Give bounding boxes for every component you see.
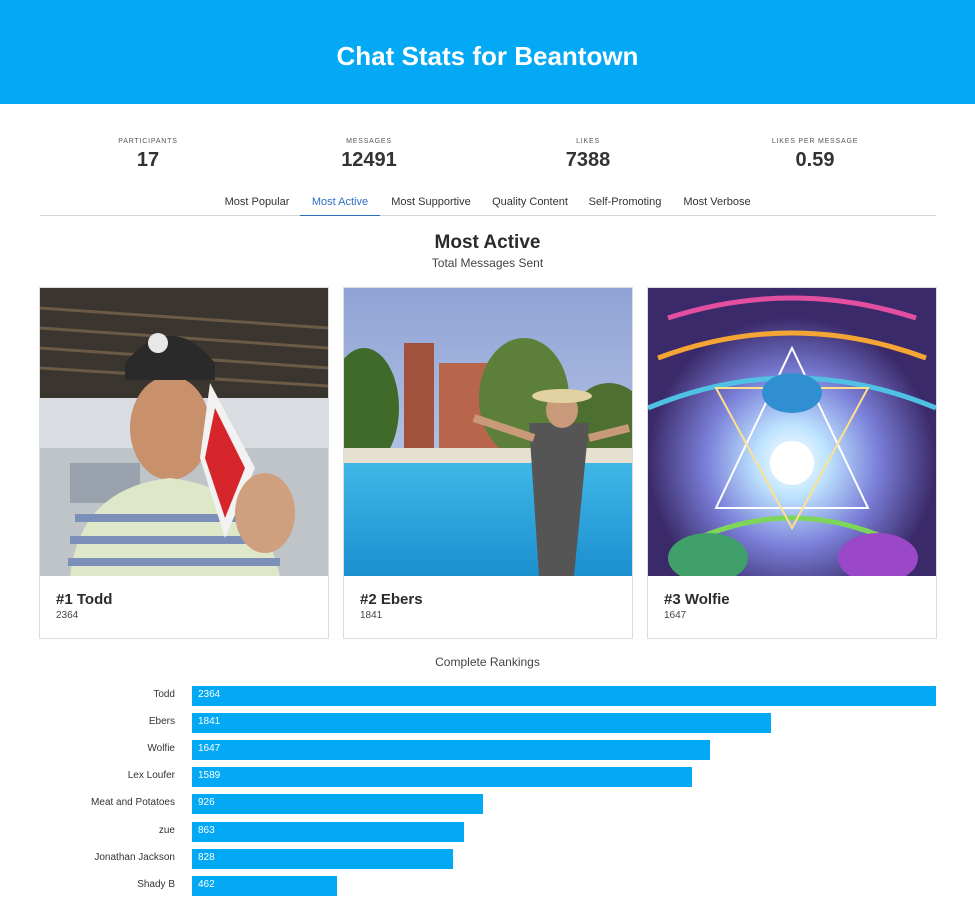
ranking-name: Shady B [137, 879, 175, 890]
ranking-bar: 828 [192, 849, 453, 869]
ranking-value: 1647 [198, 743, 221, 754]
stat-label: Likes [576, 138, 600, 145]
ranking-row: Lex Loufer 1589 [0, 767, 975, 787]
rankings-title: Complete Rankings [435, 655, 540, 669]
ranking-row: Wolfie 1647 [0, 740, 975, 760]
ranking-value: 828 [198, 852, 215, 863]
stat-value: 12491 [341, 149, 397, 171]
ranking-name: Ebers [148, 716, 175, 727]
ranking-name: Todd [153, 689, 175, 700]
ranking-name: Wolfie [147, 743, 175, 754]
stat-label: Likes per message [771, 138, 859, 145]
top-member-card-1[interactable]: #1 Todd 2364 [39, 287, 329, 639]
header-banner: Chat Stats for Beantown [0, 0, 975, 104]
ranking-bar: 1589 [192, 767, 692, 787]
section-title: Most Active [434, 232, 541, 253]
stat-label: Messages [346, 138, 392, 145]
ranking-name: zue [158, 825, 175, 836]
category-tabs: Most Popular Most Active Most Supportive… [40, 190, 936, 216]
member-photo [344, 288, 632, 576]
member-photo [40, 288, 328, 576]
summary-stats: Participants 17 Messages 12491 Likes 738… [0, 138, 975, 178]
ranking-name: Jonathan Jackson [94, 852, 175, 863]
stat-value: 0.59 [795, 149, 835, 171]
ranking-value: 2364 [198, 689, 221, 700]
ranking-row: Jonathan Jackson 828 [0, 849, 975, 869]
member-rank-name: #3 Wolfie [664, 591, 730, 608]
ranking-row: Ebers 1841 [0, 713, 975, 733]
top-member-card-3[interactable]: #3 Wolfie 1647 [647, 287, 937, 639]
tab-most-verbose[interactable]: Most Verbose [678, 190, 756, 216]
tab-quality-content[interactable]: Quality Content [488, 190, 572, 216]
ranking-value: 1589 [198, 770, 221, 781]
member-count: 2364 [56, 610, 79, 621]
ranking-row: Meat and Potatoes 926 [0, 794, 975, 814]
tab-most-popular[interactable]: Most Popular [220, 190, 294, 216]
stat-messages: Messages 12491 [269, 138, 469, 172]
ranking-value: 863 [198, 825, 215, 836]
ranking-value: 1841 [198, 716, 221, 727]
stat-label: Participants [118, 138, 178, 145]
section-subtitle: Total Messages Sent [431, 256, 544, 270]
ranking-bar: 2364 [192, 686, 936, 706]
stat-value: 7388 [565, 149, 611, 171]
ranking-row: Shady B 462 [0, 876, 975, 896]
ranking-bar: 863 [192, 822, 464, 842]
ranking-name: Meat and Potatoes [91, 797, 175, 808]
ranking-bar: 926 [192, 794, 483, 814]
page-title: Chat Stats for Beantown [336, 40, 639, 71]
tab-self-promoting[interactable]: Self-Promoting [584, 190, 666, 216]
ranking-value: 462 [198, 879, 215, 890]
ranking-row: zue 863 [0, 822, 975, 842]
ranking-bar: 462 [192, 876, 337, 896]
ranking-bar: 1841 [192, 713, 771, 733]
stat-likes-per-message: Likes per message 0.59 [715, 138, 915, 172]
stat-value: 17 [136, 149, 160, 171]
member-rank-name: #1 Todd [56, 591, 113, 608]
ranking-name: Lex Loufer [127, 770, 175, 781]
ranking-bar: 1647 [192, 740, 710, 760]
tab-most-supportive[interactable]: Most Supportive [388, 190, 474, 216]
member-rank-name: #2 Ebers [360, 591, 423, 608]
stat-likes: Likes 7388 [488, 138, 688, 172]
member-photo [648, 288, 936, 576]
tab-most-active[interactable]: Most Active [300, 190, 380, 216]
stat-participants: Participants 17 [48, 138, 248, 172]
ranking-value: 926 [198, 797, 215, 808]
top-member-card-2[interactable]: #2 Ebers 1841 [343, 287, 633, 639]
member-count: 1647 [664, 610, 687, 621]
member-count: 1841 [360, 610, 383, 621]
ranking-row: Todd 2364 [0, 686, 975, 706]
